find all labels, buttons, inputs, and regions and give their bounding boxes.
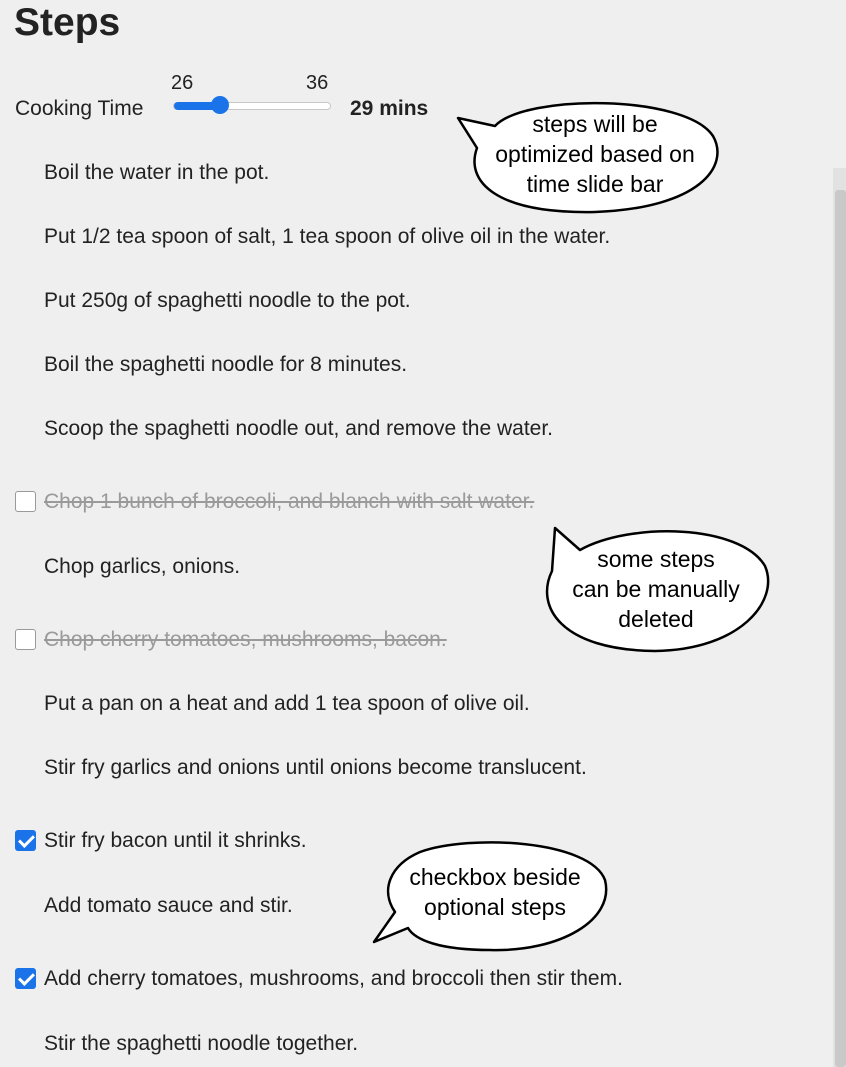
step-text: Stir fry garlics and onions until onions… [44,756,587,779]
slider-min-label: 26 [171,72,194,94]
delete-note-line: some steps [597,546,715,572]
slider-max-label: 36 [306,72,329,94]
slider-note-text: steps will be optimized based on time sl… [480,109,710,199]
step-text: Put 250g of spaghetti noodle to the pot. [44,289,411,312]
slider-thumb[interactable] [211,96,230,114]
step-text: Boil the water in the pot. [44,161,270,184]
cooking-time-value: 29 mins [350,97,429,120]
step-text: Put a pan on a heat and add 1 tea spoon … [44,692,530,715]
step-text: Scoop the spaghetti noodle out, and remo… [44,417,554,440]
page-title: Steps [14,1,121,44]
checkbox-note-line: checkbox beside [409,864,581,890]
step-text: Chop 1 bunch of broccoli, and blanch wit… [44,490,535,513]
cooking-time-control: Cooking Time 26 36 29 mins [15,70,465,130]
step-text: Boil the spaghetti noodle for 8 minutes. [44,353,408,376]
delete-note-text: some steps can be manually deleted [545,544,767,634]
step-text: Stir fry bacon until it shrinks. [44,829,307,852]
slider-note-line: optimized based on [495,141,695,167]
step-text: Stir the spaghetti noodle together. [44,1032,359,1055]
optional-step-checkbox[interactable] [15,629,36,650]
optional-step-checkbox[interactable] [15,830,36,851]
delete-note-line: can be manually [572,576,740,602]
step-text: Add cherry tomatoes, mushrooms, and broc… [44,967,623,990]
checkbox-note-line: optional steps [424,894,566,920]
slider-note-line: time slide bar [526,171,664,197]
optional-step-checkbox[interactable] [15,491,36,512]
optional-step-checkbox[interactable] [15,968,36,989]
step-text: Put 1/2 tea spoon of salt, 1 tea spoon o… [44,225,611,248]
step-text: Chop cherry tomatoes, mushrooms, bacon. [44,628,447,651]
scrollbar-thumb[interactable] [835,190,846,1067]
checkbox-note-text: checkbox beside optional steps [385,862,605,922]
cooking-time-label: Cooking Time [15,97,144,120]
delete-note-line: deleted [618,606,694,632]
step-text: Add tomato sauce and stir. [44,894,293,917]
slider-note-line: steps will be [532,111,658,137]
cooking-time-slider[interactable] [173,102,331,110]
steps-page: Steps Cooking Time 26 36 29 mins Boil th… [0,0,846,1067]
step-text: Chop garlics, onions. [44,555,241,578]
vertical-scrollbar[interactable] [833,168,846,1067]
